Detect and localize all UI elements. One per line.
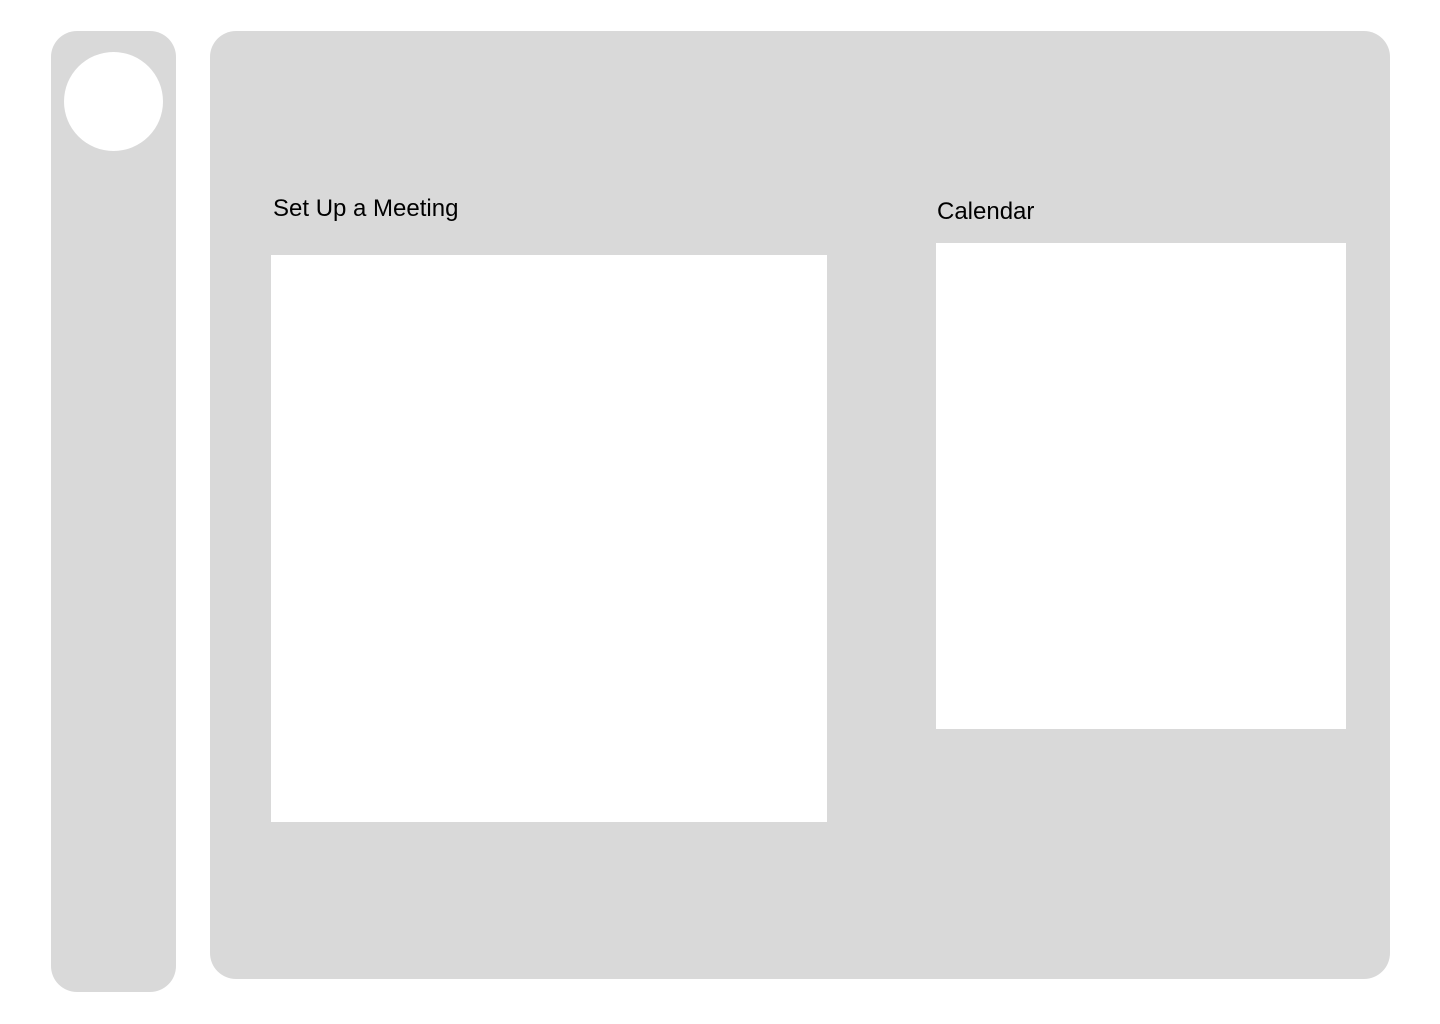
meeting-setup-panel[interactable] <box>271 255 827 822</box>
calendar-panel[interactable] <box>936 243 1346 729</box>
sidebar <box>51 31 176 992</box>
avatar[interactable] <box>64 52 163 151</box>
meeting-section-title: Set Up a Meeting <box>273 195 459 222</box>
main-panel: Set Up a Meeting Calendar <box>210 31 1390 979</box>
calendar-section-title: Calendar <box>937 198 1035 225</box>
